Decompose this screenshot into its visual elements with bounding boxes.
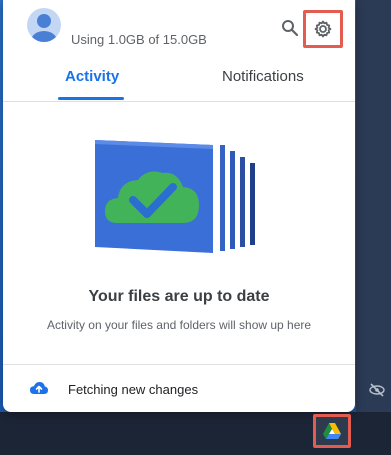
sync-status-bar: Fetching new changes: [3, 364, 355, 412]
gear-icon: [314, 20, 332, 38]
google-drive-tray-button[interactable]: [313, 414, 351, 448]
google-drive-icon: [323, 423, 341, 439]
active-tab-indicator: [58, 97, 124, 100]
tab-notifications[interactable]: Notifications: [222, 68, 304, 85]
empty-state-title: Your files are up to date: [88, 288, 270, 305]
eye-slash-icon[interactable]: [369, 383, 385, 397]
settings-button[interactable]: [303, 10, 343, 48]
search-icon[interactable]: [279, 16, 301, 40]
storage-usage-text: Using 1.0GB of 15.0GB: [71, 32, 207, 47]
cloud-upload-icon: [30, 382, 48, 394]
sync-status-text: Fetching new changes: [68, 382, 199, 397]
drive-popup-panel: Using 1.0GB of 15.0GB Activity Notificat…: [3, 0, 355, 412]
files-up-to-date-illustration: [95, 140, 255, 253]
screen-edge: [356, 0, 391, 416]
user-avatar-icon[interactable]: [27, 8, 61, 42]
empty-state-subtitle: Activity on your files and folders will …: [46, 318, 312, 332]
panel-header: Using 1.0GB of 15.0GB Activity Notificat…: [3, 0, 355, 102]
tab-activity[interactable]: Activity: [65, 68, 119, 85]
